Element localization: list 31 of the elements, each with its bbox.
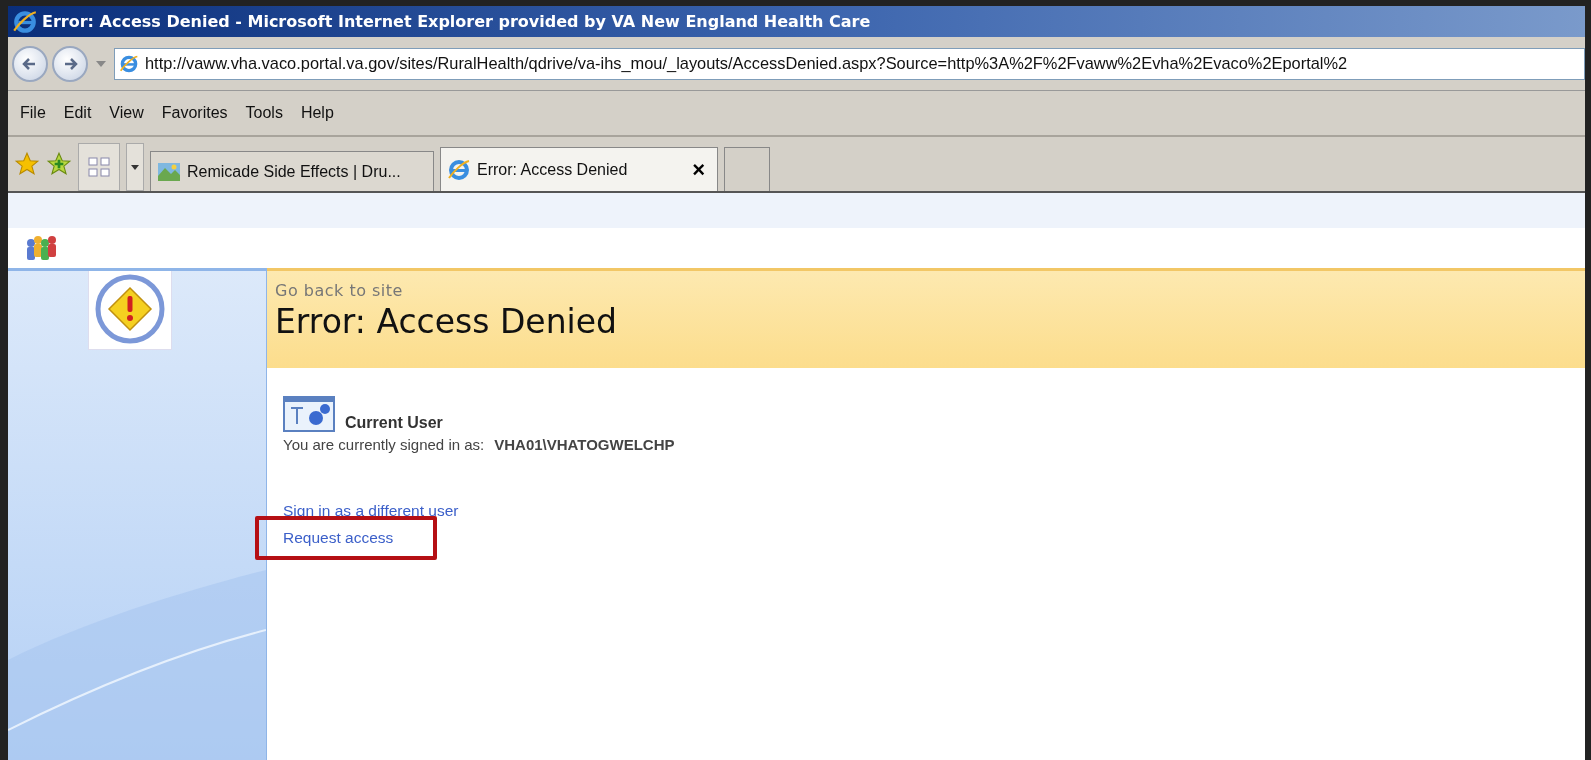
text-link[interactable]: Request access xyxy=(283,529,394,546)
caret-icon xyxy=(131,164,139,170)
menu-item[interactable]: Favorites xyxy=(153,100,236,126)
user-settings-icon xyxy=(283,396,335,432)
favorites-button[interactable] xyxy=(14,151,40,177)
section-title: Current User xyxy=(345,414,443,432)
menu-item[interactable]: Edit xyxy=(55,100,100,126)
browser-tab[interactable]: Error: Access Denied × xyxy=(440,147,718,191)
menu-item[interactable]: Tools xyxy=(237,100,291,126)
new-tab-button[interactable] xyxy=(724,147,770,191)
close-tab-button[interactable]: × xyxy=(690,156,707,183)
browser-logo-icon xyxy=(12,8,38,35)
menu-item[interactable]: Help xyxy=(292,100,342,126)
signed-in-label: You are currently signed in as: xyxy=(283,436,485,453)
menu-item[interactable]: File xyxy=(12,100,54,126)
tab-list-dropdown[interactable] xyxy=(126,143,144,191)
forward-button[interactable] xyxy=(52,45,88,82)
quick-tabs-button[interactable] xyxy=(78,143,120,191)
browser-tab[interactable]: Remicade Side Effects | Dru... xyxy=(150,151,434,191)
add-favorite-button[interactable] xyxy=(46,151,72,177)
warning-icon xyxy=(95,274,165,344)
back-to-site-link[interactable]: Go back to site xyxy=(275,281,403,300)
browser-logo-icon xyxy=(119,53,139,74)
menu-item[interactable]: View xyxy=(101,100,152,126)
window-title: Error: Access Denied - Microsoft Internet Explorer provided by VA New England Health Care xyxy=(42,12,871,31)
user-name: VHA01\VHATOGWELCHP xyxy=(494,436,675,453)
browser-logo-icon xyxy=(447,157,471,182)
address-field[interactable]: http://vaww.vha.vaco.portal.va.gov/sites/RuralHealth/qdrive/va-ihs_mou/_layouts/AccessDenied.aspx?Source=http%3A%2F%2Fvaww%2Evha%2Evaco%2Eportal%2 xyxy=(114,47,1585,80)
back-button[interactable] xyxy=(12,45,48,82)
page-heading: Error: Access Denied xyxy=(275,302,618,341)
grid-icon xyxy=(87,156,111,178)
